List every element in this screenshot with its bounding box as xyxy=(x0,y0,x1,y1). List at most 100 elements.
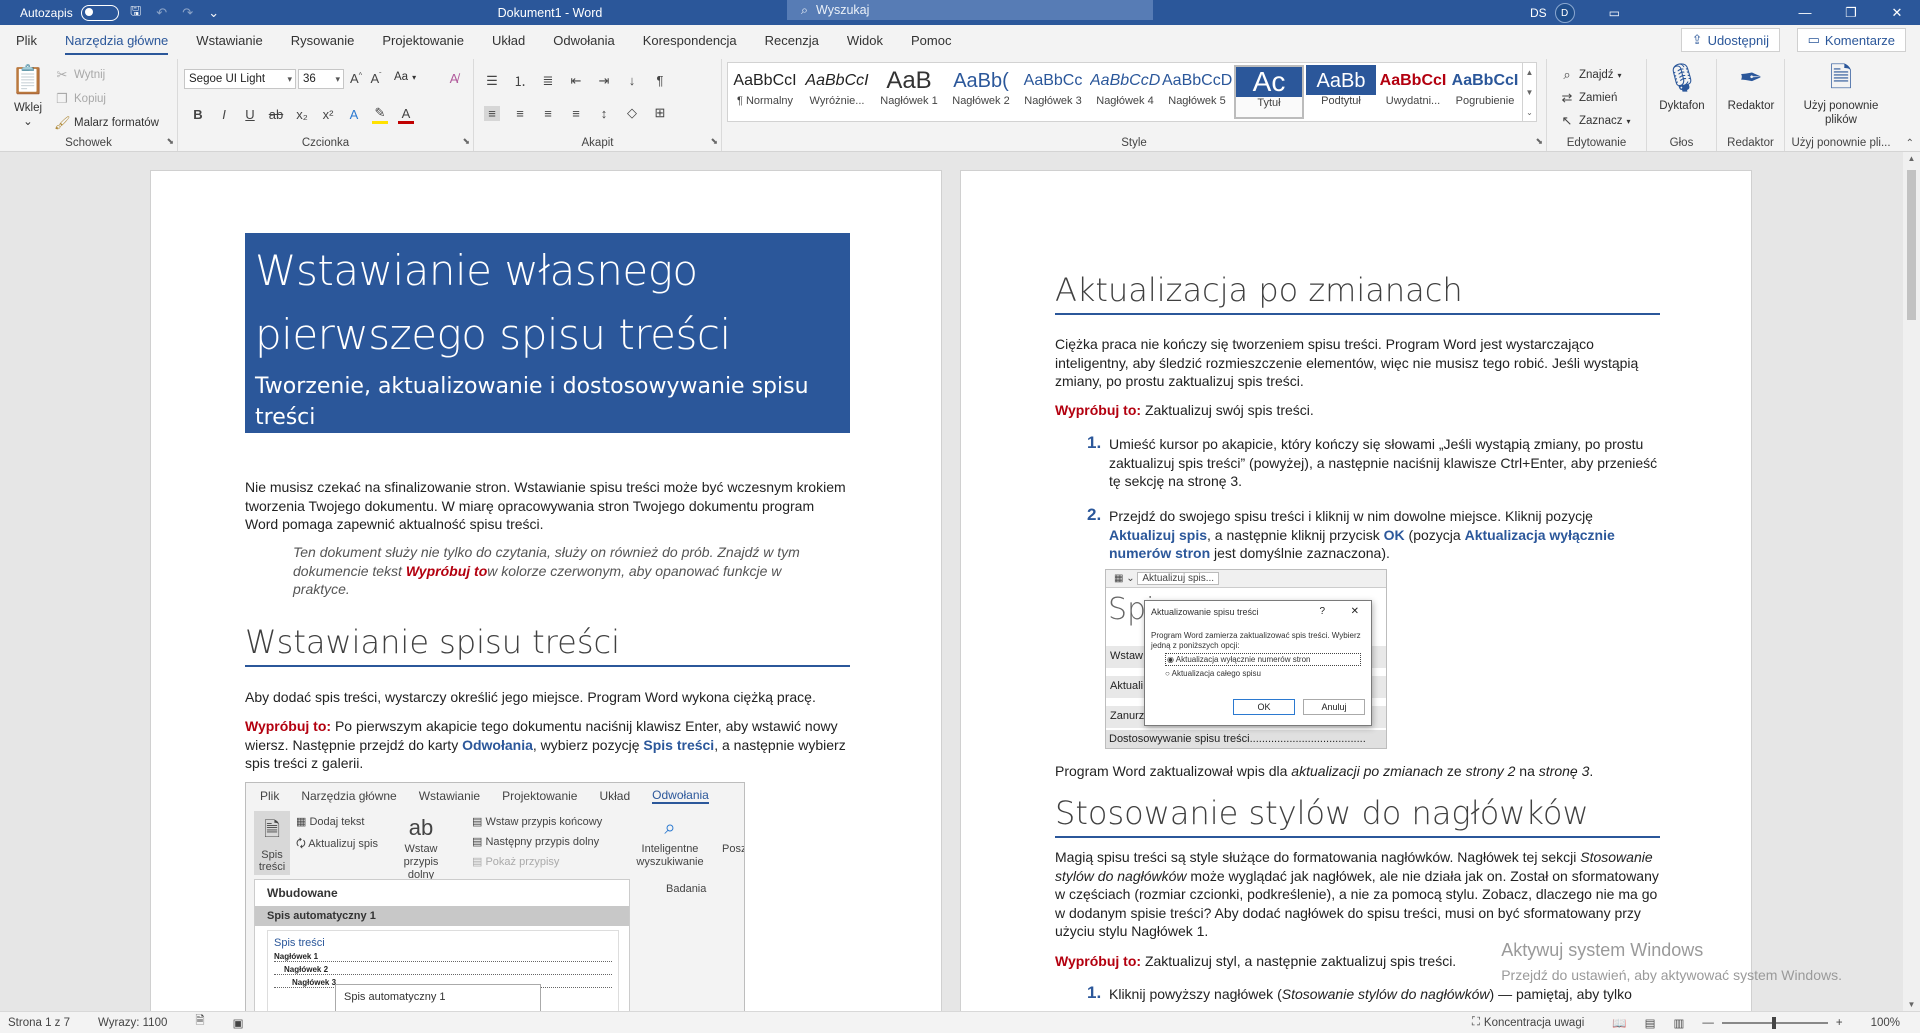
page-count[interactable]: Strona 1 z 7 xyxy=(8,1017,70,1029)
page-1[interactable]: Wstawianie własnego pierwszego spisu tre… xyxy=(150,170,942,1011)
user-area[interactable]: DS D ▭ xyxy=(1530,3,1620,23)
page-2[interactable]: Aktualizacja po zmianach Ciężka praca ni… xyxy=(960,170,1752,1011)
font-size-combo[interactable]: 36 xyxy=(298,69,344,89)
paste-button[interactable]: 📋 Wklej ⌄ xyxy=(8,63,48,129)
try-paragraph-1[interactable]: Wypróbuj to: Po pierwszym akapicie tego … xyxy=(245,717,850,773)
search-box[interactable]: ⌕ Wyszukaj xyxy=(787,0,1153,20)
borders-icon[interactable]: ⊞ xyxy=(652,105,668,121)
change-case-button[interactable]: Aa ▾ xyxy=(394,71,416,83)
clear-format-button[interactable]: A̸ xyxy=(446,71,462,86)
paragraph-update[interactable]: Ciężka praca nie kończy się tworzeniem s… xyxy=(1055,335,1660,391)
subscript-icon[interactable]: x₂ xyxy=(294,107,310,122)
show-marks-icon[interactable]: ¶ xyxy=(652,73,668,88)
scroll-up-icon[interactable]: ▲ xyxy=(1903,154,1920,163)
share-button[interactable]: ⇪ Udostępnij xyxy=(1680,28,1780,52)
intro-paragraph[interactable]: Nie musisz czekać na sfinalizowanie stro… xyxy=(245,478,850,534)
paragraph-apply-styles[interactable]: Magią spisu treści są style służące do f… xyxy=(1055,848,1660,941)
superscript-icon[interactable]: x² xyxy=(320,107,336,122)
tab-help[interactable]: Pomoc xyxy=(911,29,951,52)
highlight-icon[interactable]: ✎ xyxy=(372,105,388,124)
zoom-slider[interactable] xyxy=(1721,1016,1828,1029)
title-block[interactable]: Wstawianie własnego pierwszego spisu tre… xyxy=(245,233,850,433)
zoom-in-icon[interactable]: + xyxy=(1836,1017,1843,1029)
justify-icon[interactable]: ≡ xyxy=(568,106,584,121)
dialog-launcher-icon[interactable]: ⬊ xyxy=(166,136,174,147)
autosave-toggle[interactable] xyxy=(80,4,119,21)
doc-subtitle[interactable]: Tworzenie, aktualizowanie i dostosowywan… xyxy=(255,371,840,433)
editor-button[interactable]: ✒ Redaktor xyxy=(1721,61,1781,113)
save-icon[interactable]: 🖫 xyxy=(127,2,145,24)
increase-indent-icon[interactable]: ⇥ xyxy=(596,73,612,89)
paragraph-after-update[interactable]: Program Word zaktualizował wpis dla aktu… xyxy=(1055,762,1660,781)
select-button[interactable]: ↖ Zaznacz ▾ xyxy=(1559,113,1631,129)
font-name-combo[interactable]: Segoe UI Light xyxy=(184,69,296,89)
zoom-slider-thumb[interactable] xyxy=(1771,1016,1776,1029)
proofing-icon[interactable]: 🗎 xyxy=(195,1013,204,1032)
web-layout-icon[interactable]: ▥ xyxy=(1673,1016,1684,1030)
multilevel-list-icon[interactable]: ≣ xyxy=(540,73,556,89)
word-count[interactable]: Wyrazy: 1100 xyxy=(98,1017,167,1029)
tab-layout[interactable]: Układ xyxy=(492,29,525,52)
vertical-scrollbar[interactable]: ▲ ▼ xyxy=(1903,152,1920,1011)
dialog-launcher-icon[interactable]: ⬊ xyxy=(1535,136,1543,147)
read-mode-icon[interactable]: 📖 xyxy=(1612,1016,1626,1030)
redo-icon[interactable]: ↷ xyxy=(179,5,197,21)
doc-main-title[interactable]: Wstawianie własnego pierwszego spisu tre… xyxy=(255,239,840,367)
collapse-ribbon-icon[interactable]: ⌃ xyxy=(1906,138,1914,149)
heading-insert-toc[interactable]: Wstawianie spisu treści xyxy=(245,623,850,667)
ribbon-display-icon[interactable]: ▭ xyxy=(1609,6,1620,20)
heading-apply-styles[interactable]: Stosowanie stylów do nagłówków xyxy=(1055,794,1660,838)
customize-qat-icon[interactable]: ⌄ xyxy=(205,5,223,21)
cut-button[interactable]: ✂ Wytnij xyxy=(54,67,106,83)
font-color-icon[interactable]: A xyxy=(398,106,414,124)
macro-icon[interactable]: ▣ xyxy=(233,1016,244,1030)
bullets-icon[interactable]: ☰ xyxy=(484,73,500,89)
tab-review[interactable]: Recenzja xyxy=(765,29,819,52)
list-item-1[interactable]: Umieść kursor po akapicie, który kończy … xyxy=(1109,435,1659,491)
info-quote[interactable]: Ten dokument służy nie tylko do czytania… xyxy=(293,543,813,599)
shrink-font-button[interactable]: Aˇ xyxy=(368,71,384,86)
paragraph-insert-toc[interactable]: Aby dodać spis treści, wystarczy określi… xyxy=(245,688,850,707)
sort-icon[interactable]: ↓ xyxy=(624,73,640,88)
tab-references[interactable]: Odwołania xyxy=(553,29,614,52)
copy-button[interactable]: ❐ Kopiuj xyxy=(54,91,106,107)
focus-mode-button[interactable]: ⛶ Koncentracja uwagi xyxy=(1472,1016,1584,1029)
print-layout-icon[interactable]: ▤ xyxy=(1645,1016,1656,1030)
tab-insert[interactable]: Wstawianie xyxy=(196,29,262,52)
tab-home[interactable]: Narzędzia główne xyxy=(64,29,169,55)
undo-icon[interactable]: ↶ xyxy=(153,5,171,21)
tab-mailings[interactable]: Korespondencja xyxy=(643,29,737,52)
comments-button[interactable]: ▭ Komentarze xyxy=(1796,28,1906,52)
zoom-out-icon[interactable]: — xyxy=(1702,1017,1714,1029)
decrease-indent-icon[interactable]: ⇤ xyxy=(568,73,584,89)
grow-font-button[interactable]: A^ xyxy=(348,71,364,86)
list-item-3[interactable]: Kliknij powyższy nagłówek (Stosowanie st… xyxy=(1109,985,1659,1004)
dialog-launcher-icon[interactable]: ⬊ xyxy=(710,136,718,147)
align-right-icon[interactable]: ≡ xyxy=(540,106,556,121)
tab-file[interactable]: Plik xyxy=(16,29,37,52)
align-left-icon[interactable]: ≡ xyxy=(484,105,500,121)
italic-icon[interactable]: I xyxy=(216,107,232,122)
line-spacing-icon[interactable]: ↕ xyxy=(596,106,612,121)
minimize-icon[interactable]: — xyxy=(1782,0,1828,25)
numbering-icon[interactable]: ⒈ xyxy=(512,71,528,90)
text-effects-icon[interactable]: A xyxy=(346,107,362,122)
zoom-level[interactable]: 100% xyxy=(1871,1017,1900,1029)
dialog-launcher-icon[interactable]: ⬊ xyxy=(462,136,470,147)
restore-icon[interactable]: ❐ xyxy=(1828,0,1874,25)
avatar[interactable]: D xyxy=(1554,3,1575,23)
try-paragraph-2[interactable]: Wypróbuj to: Zaktualizuj swój spis treśc… xyxy=(1055,401,1660,420)
heading-update[interactable]: Aktualizacja po zmianach xyxy=(1055,271,1660,315)
shading-icon[interactable]: ◇ xyxy=(624,105,640,121)
align-center-icon[interactable]: ≡ xyxy=(512,106,528,121)
tab-view[interactable]: Widok xyxy=(847,29,883,52)
tab-design[interactable]: Projektowanie xyxy=(382,29,464,52)
strikethrough-icon[interactable]: ab xyxy=(268,107,284,122)
tab-draw[interactable]: Rysowanie xyxy=(291,29,355,52)
underline-icon[interactable]: U xyxy=(242,107,258,122)
close-icon[interactable]: ✕ xyxy=(1874,0,1920,25)
scroll-down-icon[interactable]: ▼ xyxy=(1903,1000,1920,1009)
scrollbar-thumb[interactable] xyxy=(1907,170,1916,320)
format-painter-button[interactable]: 🖌 Malarz formatów xyxy=(54,115,159,131)
dictate-button[interactable]: 🎙 Dyktafon xyxy=(1653,61,1711,113)
